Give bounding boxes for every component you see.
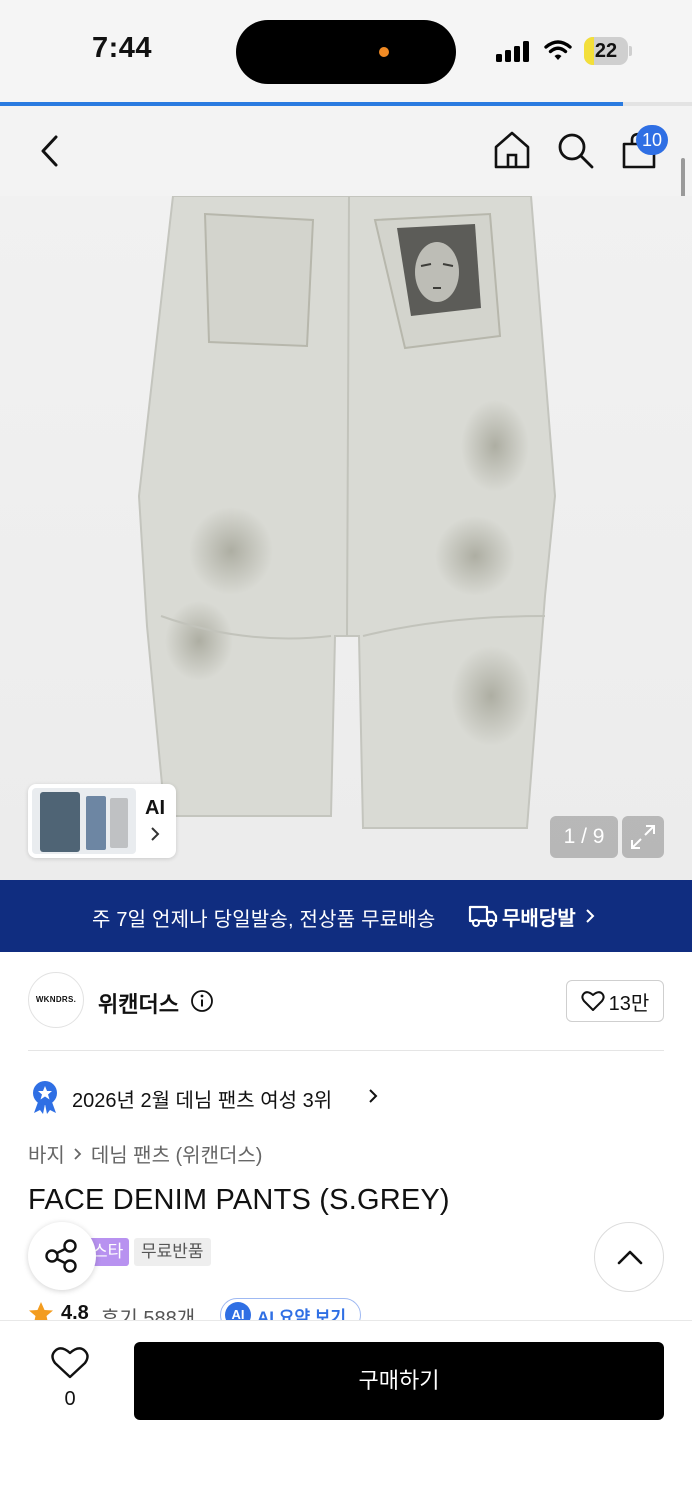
ai-badge-icon: AI bbox=[225, 1302, 251, 1320]
cellular-signal-icon bbox=[496, 40, 532, 62]
chevron-right-icon bbox=[74, 1147, 82, 1160]
chevron-right-icon bbox=[151, 827, 160, 841]
image-counter: 1 / 9 bbox=[550, 816, 618, 858]
chevron-up-icon bbox=[617, 1250, 643, 1265]
ai-summary-button[interactable]: AI AI 요약 보기 bbox=[220, 1298, 362, 1321]
status-bar: 7:44 22 bbox=[0, 0, 692, 104]
review-count[interactable]: 후기 588개 bbox=[101, 1302, 195, 1320]
recording-indicator bbox=[379, 47, 389, 57]
wifi-icon bbox=[544, 40, 572, 60]
product-image-gallery[interactable] bbox=[0, 196, 692, 880]
brand-like-button[interactable]: 13만 bbox=[566, 980, 664, 1022]
heart-icon bbox=[581, 991, 605, 1011]
free-delivery-logo: 무배당발 bbox=[468, 902, 576, 930]
expand-icon bbox=[631, 825, 655, 849]
buy-button[interactable]: 구매하기 bbox=[134, 1342, 664, 1420]
status-time: 7:44 bbox=[92, 32, 153, 64]
chevron-right-icon bbox=[586, 909, 595, 923]
ranking-text[interactable]: 2026년 2월 데님 팬츠 여성 3위 bbox=[72, 1084, 332, 1113]
truck-icon bbox=[468, 905, 498, 927]
delivery-promo-banner[interactable]: 주 7일 언제나 당일발송, 전상품 무료배송 무배당발 bbox=[0, 880, 692, 952]
divider bbox=[28, 1050, 664, 1051]
ai-label: AI bbox=[145, 797, 165, 819]
brand-like-count: 13만 bbox=[608, 992, 650, 1015]
breadcrumb-subcategory[interactable]: 데님 팬츠 (위캔더스) bbox=[91, 1139, 263, 1168]
scroll-to-top-button[interactable] bbox=[594, 1222, 664, 1292]
battery-level: 22 bbox=[594, 40, 618, 62]
breadcrumb-category[interactable]: 바지 bbox=[28, 1139, 65, 1168]
search-icon[interactable] bbox=[557, 132, 595, 170]
info-icon[interactable] bbox=[190, 989, 214, 1013]
ai-summary-label: AI 요약 보기 bbox=[257, 1307, 347, 1321]
expand-button[interactable] bbox=[622, 816, 664, 858]
promo-logo-text: 무배당발 bbox=[502, 907, 576, 930]
ranking-medal-icon bbox=[33, 1081, 57, 1114]
battery-icon: 22 bbox=[584, 37, 632, 65]
product-title: FACE DENIM PANTS (S.GREY) bbox=[28, 1184, 450, 1216]
rating-value: 4.8 bbox=[61, 1302, 89, 1320]
brand-name[interactable]: 위캔더스 bbox=[98, 987, 179, 1019]
cart-count-badge: 10 bbox=[636, 125, 669, 155]
ai-similar-items-card[interactable] bbox=[28, 784, 176, 858]
breadcrumb: 바지 데님 팬츠 (위캔더스) bbox=[28, 1139, 262, 1168]
free-return-badge: 무료반품 bbox=[134, 1238, 211, 1266]
wishlist-heart-icon[interactable] bbox=[50, 1346, 90, 1380]
brand-logo[interactable]: WKNDRS. bbox=[28, 972, 84, 1028]
chevron-right-icon bbox=[369, 1089, 378, 1103]
wishlist-count: 0 bbox=[64, 1388, 76, 1410]
dynamic-island bbox=[236, 20, 456, 84]
share-icon bbox=[45, 1239, 77, 1273]
home-icon[interactable] bbox=[493, 130, 531, 170]
star-icon bbox=[29, 1302, 53, 1320]
back-arrow-icon[interactable] bbox=[38, 134, 62, 168]
thumbnail-image bbox=[32, 788, 136, 854]
rating-row: 4.8 후기 588개 AI AI 요약 보기 bbox=[28, 1298, 428, 1320]
promo-text: 주 7일 언제나 당일발송, 전상품 무료배송 bbox=[92, 909, 436, 931]
share-button[interactable] bbox=[28, 1222, 96, 1290]
product-image-pants bbox=[137, 196, 557, 829]
